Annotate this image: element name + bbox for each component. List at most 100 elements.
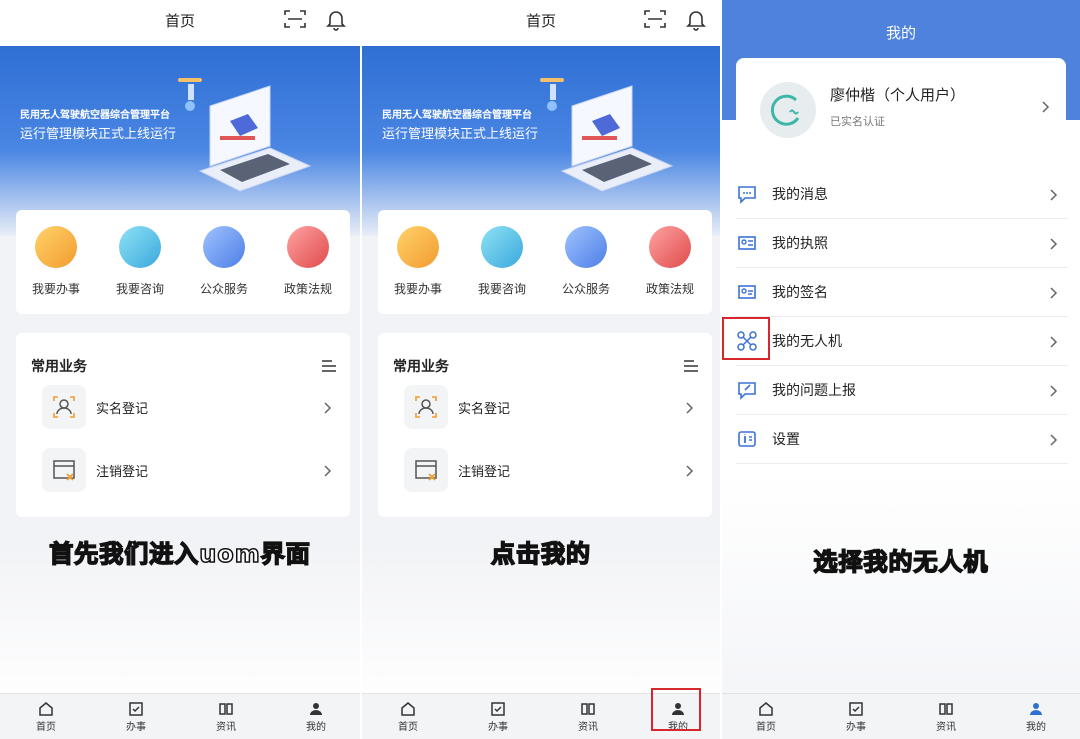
home-screen-2: 首页 民用无人驾驶航空器综合管理平台 运行管理模块正式上线运行 我要办事 我要咨… (362, 0, 720, 739)
menu-my-signature[interactable]: 我的签名 (736, 268, 1068, 317)
list-item-cancel[interactable]: 注销登记 (404, 448, 694, 494)
report-icon (736, 379, 758, 405)
banner-subtitle: 民用无人驾驶航空器综合管理平台 (20, 110, 170, 121)
page-title: 首页 (525, 12, 556, 30)
menu-my-messages[interactable]: 我的消息 (736, 170, 1068, 219)
bell-icon[interactable] (326, 9, 346, 35)
chevron-right-icon (1050, 186, 1058, 205)
laptop-illustration (540, 78, 674, 192)
document-icon (35, 226, 77, 268)
top-bar: 首页 (0, 0, 360, 46)
page-title: 我的 (885, 24, 916, 42)
bottom-tab-bar: 首页 办事 资讯 我的 (722, 693, 1080, 739)
tab-mine[interactable]: 我的 (286, 701, 346, 733)
quick-item-consult[interactable]: 我要咨询 (100, 226, 180, 297)
menu-my-issue-report[interactable]: 我的问题上报 (736, 366, 1068, 415)
tab-mine[interactable]: 我的 (1006, 701, 1066, 733)
quick-item-todo[interactable]: 我要办事 (16, 226, 96, 297)
common-business: 常用业务 实名登记 注销登记 (16, 333, 350, 517)
list-menu-icon[interactable] (322, 357, 336, 376)
quick-item-todo[interactable]: 我要办事 (378, 226, 458, 297)
video-caption: 首先我们进入uom界面 (48, 539, 311, 569)
quick-item-policy[interactable]: 政策法规 (268, 226, 348, 297)
common-business: 常用业务 实名登记 注销登记 (378, 333, 712, 517)
chevron-right-icon (1050, 284, 1058, 303)
chevron-right-icon (1050, 235, 1058, 254)
laptop-illustration (178, 78, 312, 192)
chevron-right-icon (324, 462, 332, 481)
scan-icon[interactable] (644, 9, 666, 33)
chevron-right-icon (1042, 98, 1050, 117)
user-name: 廖仲楷（个人用户） (830, 86, 966, 104)
book-icon (649, 226, 691, 268)
quick-item-public[interactable]: 公众服务 (184, 226, 264, 297)
tab-news[interactable]: 资讯 (196, 701, 256, 733)
checklist-icon (849, 702, 863, 716)
signature-card-icon (736, 281, 758, 307)
list-item-cancel[interactable]: 注销登记 (42, 448, 332, 494)
tab-business[interactable]: 办事 (826, 701, 886, 733)
highlight-box (722, 317, 770, 360)
tab-business[interactable]: 办事 (106, 701, 166, 733)
quick-item-public[interactable]: 公众服务 (546, 226, 626, 297)
home-icon (401, 702, 415, 716)
user-icon (310, 703, 322, 715)
book-open-icon (581, 703, 595, 715)
checklist-icon (129, 702, 143, 716)
avatar (760, 82, 816, 138)
chevron-right-icon (1050, 333, 1058, 352)
mine-screen: 我的 廖仲楷（个人用户） 已实名认证 我的消息 我的执照 我的签名 我的无人机 … (722, 0, 1080, 739)
bell-icon[interactable] (686, 9, 706, 35)
list-item-real-name[interactable]: 实名登记 (42, 385, 332, 431)
chevron-right-icon (1050, 431, 1058, 450)
user-card[interactable]: 廖仲楷（个人用户） 已实名认证 (736, 58, 1066, 158)
license-card-icon (736, 232, 758, 258)
grid-icon (203, 226, 245, 268)
bottom-tab-bar: 首页 办事 资讯 我的 (0, 693, 360, 739)
scan-icon[interactable] (284, 9, 306, 33)
highlight-box (651, 688, 701, 731)
cancel-form-icon (42, 448, 86, 492)
chevron-right-icon (686, 462, 694, 481)
quick-item-consult[interactable]: 我要咨询 (462, 226, 542, 297)
top-bar: 首页 (362, 0, 720, 46)
tab-home[interactable]: 首页 (16, 701, 76, 733)
menu-my-license[interactable]: 我的执照 (736, 219, 1068, 268)
cancel-form-icon (404, 448, 448, 492)
grid-icon (565, 226, 607, 268)
list-item-real-name[interactable]: 实名登记 (404, 385, 694, 431)
tab-home[interactable]: 首页 (736, 701, 796, 733)
chat-icon (119, 226, 161, 268)
message-icon (736, 183, 758, 209)
user-frame-icon (404, 385, 448, 429)
quick-services: 我要办事 我要咨询 公众服务 政策法规 (378, 210, 712, 314)
promo-banner[interactable]: 民用无人驾驶航空器综合管理平台 运行管理模块正式上线运行 (0, 46, 360, 236)
tab-business[interactable]: 办事 (468, 701, 528, 733)
video-caption: 选择我的无人机 (813, 547, 989, 577)
document-icon (397, 226, 439, 268)
menu-settings[interactable]: 设置 (736, 415, 1068, 464)
book-open-icon (219, 703, 233, 715)
settings-info-icon (736, 428, 758, 454)
promo-banner[interactable]: 民用无人驾驶航空器综合管理平台 运行管理模块正式上线运行 (362, 46, 720, 236)
chevron-right-icon (686, 399, 694, 418)
tab-news[interactable]: 资讯 (558, 701, 618, 733)
banner-headline: 运行管理模块正式上线运行 (382, 127, 539, 142)
page-title: 首页 (164, 12, 195, 30)
chevron-right-icon (1050, 382, 1058, 401)
quick-item-policy[interactable]: 政策法规 (630, 226, 710, 297)
section-title: 常用业务 (393, 359, 449, 375)
banner-subtitle: 民用无人驾驶航空器综合管理平台 (382, 110, 532, 121)
home-screen-1: 首页 民用无人驾驶航空器综合管理平台 运行管理模块正式上线运行 我要办事 我要咨… (0, 0, 360, 739)
list-menu-icon[interactable] (684, 357, 698, 376)
verify-status: 已实名认证 (830, 115, 885, 128)
tab-news[interactable]: 资讯 (916, 701, 976, 733)
chat-icon (481, 226, 523, 268)
tab-home[interactable]: 首页 (378, 701, 438, 733)
home-icon (39, 702, 53, 716)
book-open-icon (939, 703, 953, 715)
home-icon (759, 702, 773, 716)
checklist-icon (491, 702, 505, 716)
menu-my-drone[interactable]: 我的无人机 (736, 317, 1068, 366)
user-icon (1030, 703, 1042, 715)
